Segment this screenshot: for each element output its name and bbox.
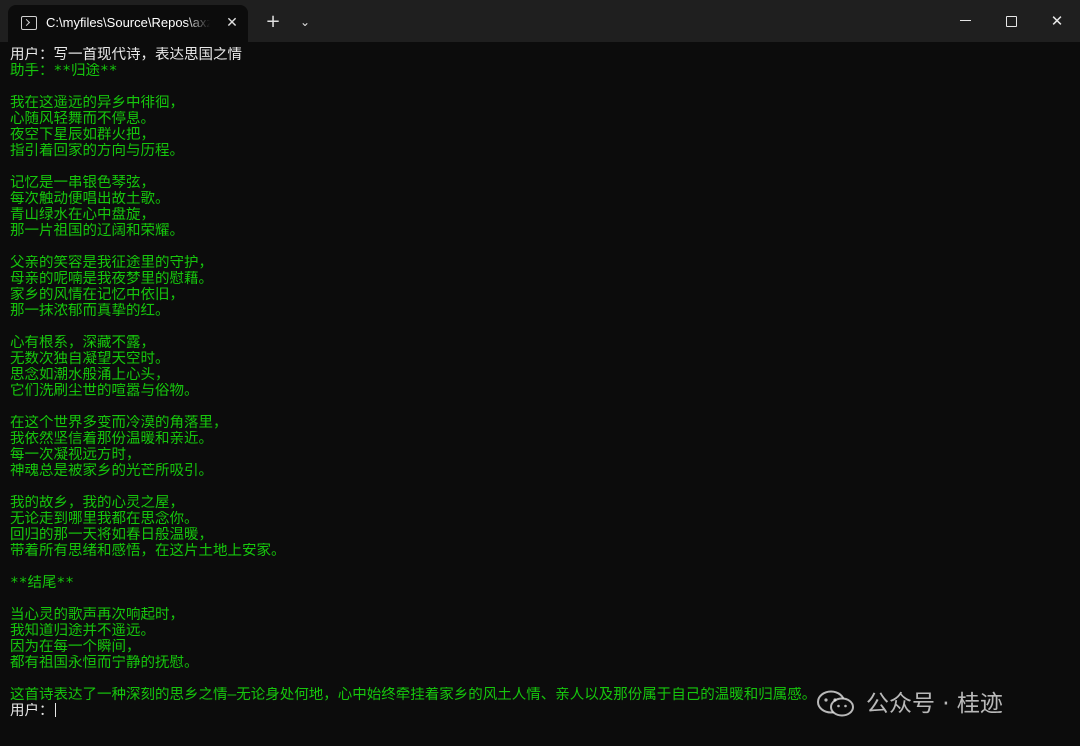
assistant-output-line: 指引着回家的方向与历程。 (10, 143, 184, 159)
assistant-output-line: 记忆是一串银色琴弦， (10, 175, 155, 191)
assistant-output-line: 我知道归途并不遥远。 (10, 623, 155, 639)
assistant-output-line: 在这个世界多变而冷漠的角落里， (10, 415, 228, 431)
assistant-output-line (10, 479, 1070, 495)
assistant-output-line: 青山绿水在心中盘旋， (10, 207, 155, 223)
assistant-output-line: 因为在每一个瞬间， (10, 639, 141, 655)
assistant-output-line: **结尾** (10, 575, 74, 591)
maximize-button[interactable] (988, 0, 1034, 42)
assistant-output-line: 回归的那一天将如春日般温暖， (10, 527, 213, 543)
assistant-output-line: 带着所有思绪和感悟，在这片土地上安家。 (10, 543, 286, 559)
maximize-icon (1006, 16, 1017, 27)
assistant-output-line (10, 319, 1070, 335)
assistant-output-line (10, 671, 1070, 687)
wechat-icon (817, 690, 854, 717)
assistant-output-line: 当心灵的歌声再次响起时， (10, 607, 184, 623)
assistant-output-line (10, 159, 1070, 175)
assistant-output-line: 每一次凝视远方时， (10, 447, 141, 463)
terminal-window: C:\myfiles\Source\Repos\axzxs ✕ + ⌄ ✕ 用户… (0, 0, 1080, 746)
terminal-icon (21, 16, 37, 30)
assistant-output-line: 每次触动便唱出故土歌。 (10, 191, 170, 207)
terminal-output[interactable]: 用户：写一首现代诗，表达思国之情 助手：**归途** 我在这遥远的异乡中徘徊， 心随风… (10, 47, 1070, 742)
assistant-output-line: 无数次独自凝望天空时。 (10, 351, 170, 367)
assistant-output-line: 无论走到哪里我都在思念你。 (10, 511, 199, 527)
close-icon: ✕ (1050, 12, 1064, 30)
tab-terminal[interactable]: C:\myfiles\Source\Repos\axzxs ✕ (8, 5, 248, 42)
assistant-output-line: 我的故乡，我的心灵之屋， (10, 495, 184, 511)
assistant-output-line: 都有祖国永恒而宁静的抚慰。 (10, 655, 199, 671)
prompt-label: 用户： (10, 703, 54, 719)
minimize-icon (960, 20, 971, 21)
chevron-down-icon[interactable]: ⌄ (296, 11, 314, 33)
assistant-output-line: 它们洗刷尘世的喧嚣与俗物。 (10, 383, 199, 399)
assistant-output-line (10, 239, 1070, 255)
text-cursor (54, 703, 56, 717)
assistant-output-line: 助手：**归途** (10, 63, 118, 79)
minimize-button[interactable] (942, 0, 988, 42)
watermark-text: 公众号 · 桂迹 (866, 691, 1003, 717)
tab-title: C:\myfiles\Source\Repos\axzxs (46, 15, 210, 30)
title-bar: C:\myfiles\Source\Repos\axzxs ✕ + ⌄ ✕ (0, 0, 1080, 42)
assistant-output-line: 夜空下星辰如群火把， (10, 127, 155, 143)
assistant-output-line: 神魂总是被家乡的光芒所吸引。 (10, 463, 213, 479)
assistant-output-line: 那一片祖国的辽阔和荣耀。 (10, 223, 184, 239)
assistant-output-line: 父亲的笑容是我征途里的守护， (10, 255, 213, 271)
user-message-line: 用户：写一首现代诗，表达思国之情 (10, 47, 242, 63)
tab-close-button[interactable]: ✕ (222, 13, 242, 33)
assistant-output-line: 母亲的呢喃是我夜梦里的慰藉。 (10, 271, 213, 287)
assistant-output-line: 心有根系，深藏不露， (10, 335, 155, 351)
new-tab-button[interactable]: + (262, 11, 284, 33)
assistant-output-line: 心随风轻舞而不停息。 (10, 111, 155, 127)
assistant-output-line (10, 559, 1070, 575)
assistant-output-line (10, 591, 1070, 607)
assistant-output-line: 那一抹浓郁而真挚的红。 (10, 303, 170, 319)
assistant-output-line: 我在这遥远的异乡中徘徊， (10, 95, 184, 111)
assistant-output-line: 思念如潮水般涌上心头， (10, 367, 170, 383)
assistant-output-line: 我依然坚信着那份温暖和亲近。 (10, 431, 213, 447)
close-window-button[interactable]: ✕ (1034, 0, 1080, 42)
assistant-output-line: 家乡的风情在记忆中依旧， (10, 287, 184, 303)
assistant-output-line (10, 399, 1070, 415)
assistant-output-line (10, 79, 1070, 95)
